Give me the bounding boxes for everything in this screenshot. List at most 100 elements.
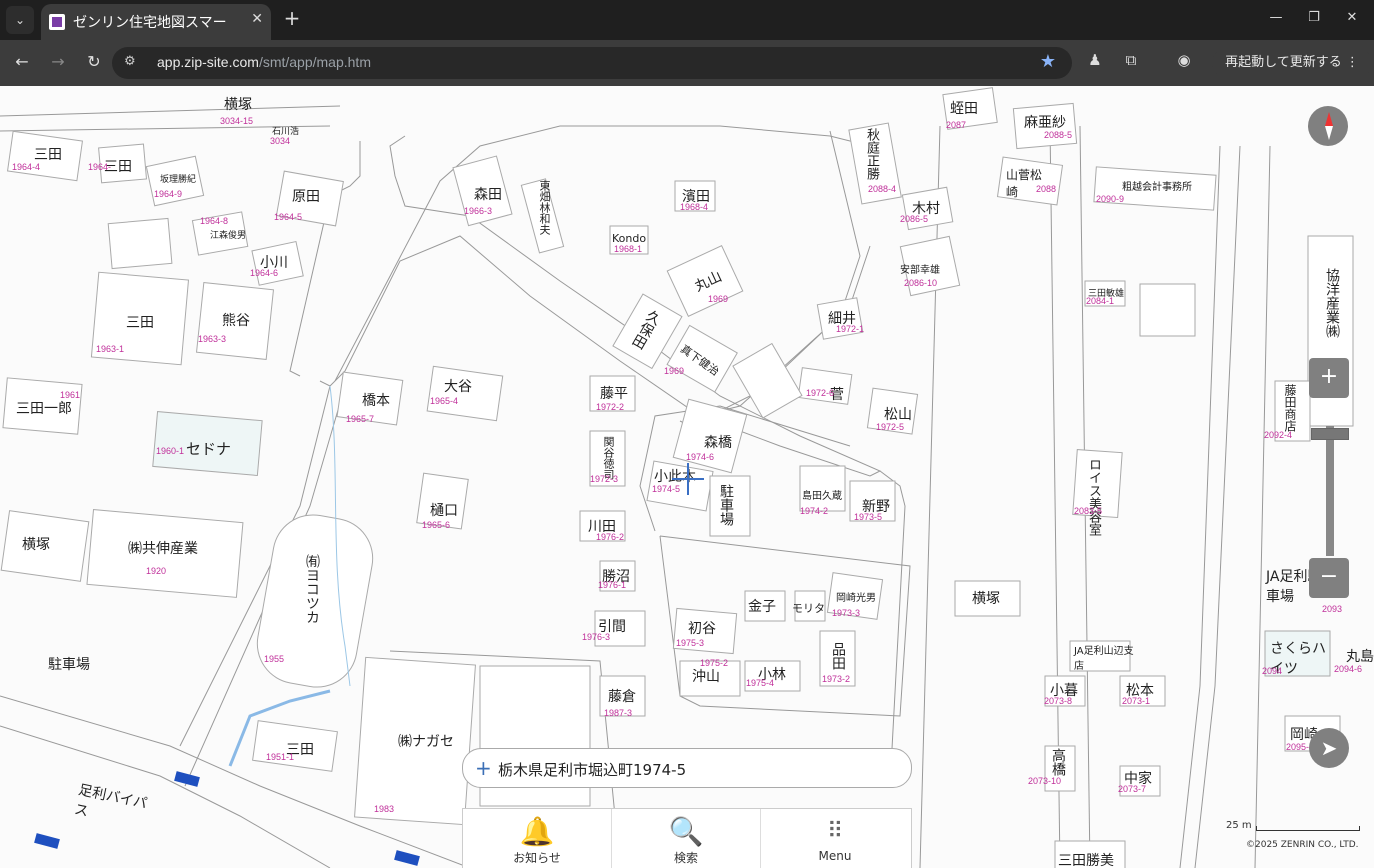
map-label[interactable]: 東畑林和夫	[536, 180, 552, 235]
lot-number: 2073-10	[1028, 776, 1062, 786]
reload-icon[interactable]: ↻	[82, 52, 106, 71]
relaunch-update-button[interactable]: 再起動して更新する ⋮	[1212, 49, 1372, 77]
map-label[interactable]: 丸島	[1346, 646, 1374, 666]
extension-icon[interactable]: ♟	[1084, 51, 1106, 73]
location-arrow-icon[interactable]: ➤	[1309, 728, 1349, 768]
browser-tab[interactable]: ゼンリン住宅地図スマー ✕	[41, 4, 271, 40]
tab-search-button[interactable]: ⌄	[6, 6, 34, 34]
map-label[interactable]: 秋庭正勝	[862, 128, 881, 180]
map-label[interactable]: 三田	[34, 144, 62, 164]
profile-icon[interactable]: ◉	[1173, 51, 1195, 73]
map-label[interactable]: 沖山	[692, 666, 720, 686]
search-button[interactable]: 🔍 検索	[612, 809, 761, 868]
lot-number: 1972-1	[836, 324, 865, 334]
lot-number: 1972-5	[876, 422, 905, 432]
bell-icon: 🔔	[519, 815, 555, 848]
bookmark-star-icon[interactable]: ★	[1040, 51, 1056, 72]
zoom-in-button[interactable]: +	[1309, 358, 1349, 398]
map-label[interactable]: 森田	[474, 184, 502, 204]
map-label[interactable]: 松山	[884, 404, 912, 424]
restore-icon[interactable]: ❐	[1304, 10, 1324, 25]
map-label[interactable]: 森橋	[704, 432, 732, 452]
new-tab-button[interactable]: +	[282, 6, 302, 30]
map-label[interactable]: 大谷	[444, 376, 472, 396]
map-label[interactable]: 江森俊男	[210, 228, 246, 241]
close-tab-icon[interactable]: ✕	[251, 11, 263, 27]
lot-number: 1975-4	[746, 678, 775, 688]
map-label[interactable]: 山菅松崎	[1006, 166, 1050, 200]
lot-number: 1965-6	[422, 520, 451, 530]
map-canvas[interactable]: 三田 1964-4 三田 1964- 坂理勝紀 1964-9 原田 1964-5…	[0, 86, 1374, 868]
map-label[interactable]: 藤平	[600, 383, 628, 403]
map-label[interactable]: 島田久蔵	[802, 487, 842, 502]
lot-number: 1969	[708, 294, 729, 304]
map-label[interactable]: 藤倉	[608, 686, 636, 706]
compass-icon[interactable]	[1308, 106, 1348, 146]
copyright-text: ©2025 ZENRIN CO., LTD.	[1246, 840, 1359, 850]
lot-number: 2093	[1322, 604, 1343, 614]
lot-number: 1976-2	[596, 532, 625, 542]
map-label[interactable]: ㈱共伸産業	[128, 538, 198, 558]
address-display[interactable]: + 栃木県足利市堀込町1974-5	[462, 748, 912, 788]
map-label[interactable]: 岡崎光男	[836, 589, 876, 604]
lot-number: 1973-3	[832, 608, 861, 618]
minimize-icon[interactable]: —	[1266, 10, 1286, 25]
map-label[interactable]: 高橋	[1048, 748, 1068, 776]
crosshair-vertical	[687, 463, 689, 495]
window-close-icon[interactable]: ✕	[1342, 10, 1362, 25]
map-label[interactable]: 粗越会計事務所	[1122, 178, 1192, 193]
map-label[interactable]: 初谷	[688, 618, 716, 638]
menu-button[interactable]: ⠿ Menu	[761, 809, 909, 868]
map-label[interactable]: 金子	[748, 596, 776, 616]
news-button[interactable]: 🔔 お知らせ	[463, 809, 612, 868]
map-label[interactable]: 品田	[828, 642, 848, 670]
map-label[interactable]: 原田	[292, 186, 320, 206]
map-label[interactable]: 三田一郎	[16, 398, 72, 418]
site-info-icon[interactable]: ⚙	[124, 54, 136, 69]
map-label[interactable]: 横塚	[972, 588, 1000, 608]
site-favicon-icon	[49, 14, 65, 30]
lot-number: 1968-1	[614, 244, 643, 254]
lot-number: 1974-5	[652, 484, 681, 494]
map-label[interactable]: 駐車場	[48, 654, 90, 674]
lot-number: 1964-5	[274, 212, 303, 222]
back-icon[interactable]: ←	[10, 52, 34, 71]
lot-number: 1965-7	[346, 414, 375, 424]
map-label[interactable]: ロイス美容室	[1084, 458, 1103, 536]
zoom-slider-track[interactable]	[1326, 426, 1334, 556]
forward-icon[interactable]: →	[46, 52, 70, 71]
lot-number: 1964-6	[250, 268, 279, 278]
lot-number: 2086-5	[900, 214, 929, 224]
map-label[interactable]: 麻亜紗	[1024, 112, 1066, 132]
map-label[interactable]: 三田	[126, 312, 154, 332]
lot-number: 1955	[264, 654, 285, 664]
lot-number: 1987-3	[604, 708, 633, 718]
map-label[interactable]: 駐車場	[716, 484, 736, 526]
map-label[interactable]: 横塚	[224, 94, 252, 114]
map-label[interactable]: 藤田商店	[1282, 384, 1299, 432]
map-label[interactable]: 樋口	[430, 500, 458, 520]
lot-number: 2094	[1262, 666, 1283, 676]
zoom-slider-handle[interactable]	[1311, 428, 1349, 440]
map-label[interactable]: ㈲ヨコツカ	[302, 554, 322, 624]
address-bar[interactable]: ⚙ app.zip-site.com/smt/app/map.htm ★	[112, 47, 1072, 79]
map-label[interactable]: 蛭田	[950, 98, 978, 118]
map-label[interactable]: 三田勝美	[1058, 850, 1114, 868]
puzzle-extensions-icon[interactable]: ⧉	[1120, 51, 1142, 73]
map-label[interactable]: 協洋産業㈱	[1322, 268, 1342, 338]
lot-number: 3034	[270, 136, 291, 146]
map-label[interactable]: ㈱ナガセ	[398, 731, 454, 751]
map-label[interactable]: 熊谷	[222, 310, 250, 330]
map-label[interactable]: 坂理勝紀	[160, 172, 196, 185]
map-label[interactable]: 安部幸雄	[900, 261, 940, 276]
map-label[interactable]: 横塚	[22, 534, 50, 554]
lot-number: 2092-4	[1264, 430, 1293, 440]
lot-number: 1969	[664, 366, 685, 376]
zoom-out-button[interactable]: −	[1309, 558, 1349, 598]
map-label[interactable]: 橋本	[362, 390, 390, 410]
map-label[interactable]: モリタ	[792, 600, 825, 616]
map-label[interactable]: JA足利山辺支店	[1074, 642, 1134, 672]
map-label[interactable]: 小此木	[654, 466, 696, 486]
map-label[interactable]: セドナ	[186, 438, 231, 459]
lot-number: 1973-2	[822, 674, 851, 684]
